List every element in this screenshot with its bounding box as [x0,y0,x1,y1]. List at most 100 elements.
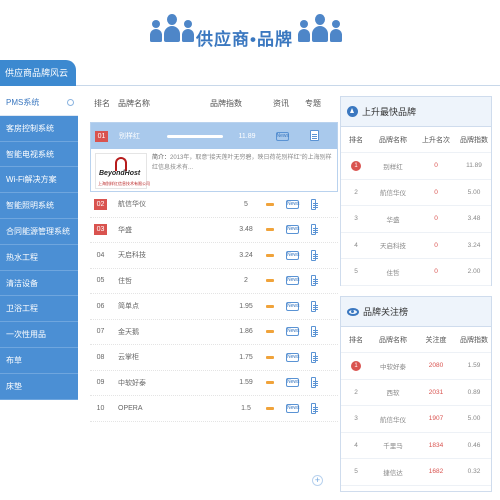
table-row[interactable]: 5 捷信达 1682 0.32 [341,459,491,486]
brand-name[interactable]: 别样红 [371,161,415,171]
section-header-bar: 供应商品牌风云榜 [0,60,500,104]
news-icon[interactable]: News [286,352,300,362]
sidebar-item-hot-water[interactable]: 热水工程 [0,244,78,271]
brand-name[interactable]: 航信华仪 [371,414,415,424]
rank-badge: 1 [351,160,361,171]
brand-name[interactable]: 简单点 [118,301,160,311]
trend-bar [266,304,274,308]
sidebar-item-pms[interactable]: PMS系统 [0,90,78,116]
table-row[interactable]: 04 天启科技 3.24 News [90,243,338,269]
brand-name[interactable]: 中软好泰 [371,361,415,371]
table-row[interactable]: 3 华盛 0 3.48 [341,206,491,233]
table-row[interactable]: 05 住哲 2 News [90,269,338,294]
table-row[interactable]: 5 住哲 0 2.00 [341,259,491,286]
brand-name[interactable]: 住哲 [371,267,415,277]
brand-name[interactable]: 华盛 [118,225,160,235]
table-row[interactable]: 06 简单点 1.95 News [90,294,338,320]
rank-number: 5 [354,468,358,476]
news-icon[interactable]: News [286,327,300,337]
rising-arrow-icon [347,106,358,117]
brand-name[interactable]: 西软 [371,387,415,397]
report-icon[interactable] [311,377,318,389]
brand-name[interactable]: 中软好泰 [118,378,160,388]
brand-name[interactable]: 华盛 [371,214,415,224]
table-row[interactable]: 2 航信华仪 0 5.00 [341,180,491,206]
report-icon[interactable] [311,326,318,338]
brand-name[interactable]: OPERA [118,405,160,412]
table-row[interactable]: 2 西软 2031 0.89 [341,380,491,406]
trend-bar [266,202,274,206]
brand-name[interactable]: 住哲 [118,276,160,286]
report-icon[interactable] [311,402,318,414]
sidebar-item-energy[interactable]: 合同能源管理系统 [0,218,78,245]
sidebar-item-disposables[interactable]: 一次性用品 [0,322,78,348]
table-row[interactable]: 10 OPERA 1.5 News [90,396,338,422]
brand-name[interactable]: 航信华仪 [371,187,415,197]
report-icon[interactable] [311,249,318,261]
rising-table-header: 排名 品牌名称 上升名次 品牌指数 [341,127,491,153]
sidebar-item-smart-tv[interactable]: 智能电视系统 [0,141,78,168]
brand-name[interactable]: 天启科技 [371,240,415,250]
brand-name[interactable]: 天启科技 [118,250,160,260]
table-row[interactable]: 08 云掌柜 1.75 News [90,345,338,371]
more-button[interactable]: + [312,475,323,486]
brand-index: 1.86 [239,328,253,336]
report-icon[interactable] [311,224,318,236]
table-row[interactable]: 4 千里马 1834 0.46 [341,433,491,459]
table-row[interactable]: 07 金天鹅 1.86 News [90,320,338,345]
sidebar-item-lighting[interactable]: 智能照明系统 [0,193,78,219]
brand-index: 11.89 [238,132,256,140]
news-icon[interactable]: News [275,131,289,141]
eye-icon [347,307,359,316]
page-banner: 供应商•品牌 [0,0,500,58]
brand-name[interactable]: 千里马 [371,440,415,450]
header-index: 品牌指数 [460,336,488,344]
sidebar-item-room-control[interactable]: 客房控制系统 [0,115,78,142]
table-row[interactable]: 09 中软好泰 1.59 News [90,371,338,396]
report-icon[interactable] [311,198,318,210]
table-row[interactable]: 3 航信华仪 1907 5.00 [341,406,491,433]
header-name: 品牌名称 [379,136,407,144]
table-row[interactable]: 03 华盛 3.48 News [90,218,338,243]
report-icon[interactable] [311,275,318,287]
report-icon[interactable] [311,300,318,312]
news-icon[interactable]: News [286,225,300,235]
report-icon[interactable] [311,351,318,363]
brand-name[interactable]: 别样红 [119,131,161,141]
brand-index: 1.75 [239,353,253,361]
news-icon[interactable]: News [286,301,300,311]
report-icon[interactable] [309,129,319,141]
beyondhost-logo: BeyondHost 上海别样红信息技术有限公司 [95,153,150,189]
header-attention: 关注度 [425,336,447,344]
ranking-header: 排名 品牌名称 品牌指数 资讯 专题 [90,92,338,114]
news-icon[interactable]: News [286,403,300,413]
sidebar-item-linen[interactable]: 布草 [0,347,78,374]
brand-name[interactable]: 云掌柜 [118,352,160,362]
rank-badge: 10 [96,404,105,412]
rank-badge: 08 [96,353,105,361]
people-icon [298,14,342,44]
table-row[interactable]: 1 中软好泰 2080 1.59 [341,353,491,380]
featured-brand-card[interactable]: 01 别样红 11.89 News BeyondHost 上海别样红信息技术有限… [90,122,338,192]
header-rank: 排名 [349,136,363,144]
table-row[interactable]: 4 天启科技 0 3.24 [341,233,491,259]
sidebar-item-bathroom[interactable]: 卫浴工程 [0,296,78,323]
tab-supplier-brand-ranking[interactable]: 供应商品牌风云榜 [0,60,76,104]
header-rank: 排名 [349,336,363,344]
trend-bar [266,279,274,283]
table-row[interactable]: 1 别样红 0 11.89 [341,153,491,180]
brand-name[interactable]: 金天鹅 [118,327,160,337]
brand-name[interactable]: 航信华仪 [118,199,160,209]
brand-index: 1.59 [239,379,253,387]
sidebar-item-mattress[interactable]: 床垫 [0,373,78,400]
brand-index: 2 [244,277,248,285]
news-icon[interactable]: News [286,250,300,260]
sidebar-item-wifi[interactable]: Wi-Fi解决方案 [0,167,78,194]
table-row[interactable]: 02 航信华仪 5 News [90,192,338,218]
news-icon[interactable]: News [286,199,300,209]
sidebar-item-cleaning[interactable]: 清洁设备 [0,270,78,297]
rising-brands-panel: 上升最快品牌 排名 品牌名称 上升名次 品牌指数 1 别样红 0 11.89 2 航信华仪… [340,96,492,286]
news-icon[interactable]: News [286,378,300,388]
brand-name[interactable]: 捷信达 [371,467,415,477]
news-icon[interactable]: News [286,276,300,286]
